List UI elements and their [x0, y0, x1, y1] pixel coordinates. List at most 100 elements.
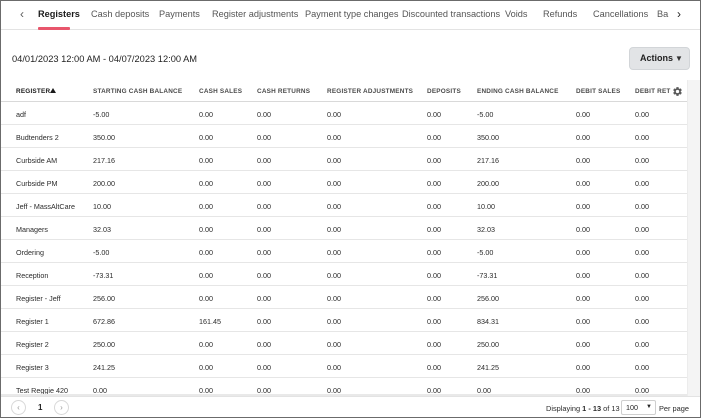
column-header-register-adjustments[interactable]: REGISTER ADJUSTMENTS	[327, 88, 413, 95]
cell-register: Budtenders 2	[16, 133, 59, 142]
table-row[interactable]: Managers 32.03 0.00 0.00 0.00 0.00 32.03 0.00 0.…	[1, 217, 687, 240]
cell-deposits: 0.00	[427, 225, 441, 234]
cell-debit-returns: 0.00	[635, 156, 649, 165]
cell-ending-cash-balance: -5.00	[477, 248, 494, 257]
per-page-select[interactable]: 100 ▼	[621, 400, 656, 415]
cell-ending-cash-balance: 256.00	[477, 294, 499, 303]
cell-ending-cash-balance: 250.00	[477, 340, 499, 349]
cell-register: Curbside AM	[16, 156, 58, 165]
cell-starting-cash-balance: 672.86	[93, 317, 115, 326]
chevron-left-icon[interactable]: ‹	[14, 7, 30, 23]
column-header-cash-returns[interactable]: CASH RETURNS	[257, 88, 310, 95]
tab-cancellations[interactable]: Cancellations	[593, 9, 648, 19]
cell-cash-returns: 0.00	[257, 317, 271, 326]
cell-debit-returns: 0.00	[635, 294, 649, 303]
cell-register: Register 3	[16, 363, 49, 372]
tab-register-adjustments[interactable]: Register adjustments	[212, 9, 298, 19]
cell-starting-cash-balance: 241.25	[93, 363, 115, 372]
cell-cash-sales: 0.00	[199, 271, 213, 280]
tab-refunds[interactable]: Refunds	[543, 9, 577, 19]
column-header-starting-cash-balance[interactable]: STARTING CASH BALANCE	[93, 88, 182, 95]
table-row[interactable]: Register 3 241.25 0.00 0.00 0.00 0.00 241.25 0.…	[1, 355, 687, 378]
tab-registers[interactable]: Registers	[38, 9, 80, 19]
table-row[interactable]: Ordering -5.00 0.00 0.00 0.00 0.00 -5.00 0.00 0.…	[1, 240, 687, 263]
column-header-register[interactable]: REGISTER	[16, 88, 50, 95]
cell-cash-sales: 0.00	[199, 294, 213, 303]
gear-icon[interactable]	[672, 86, 683, 97]
previous-page-button[interactable]: ‹	[11, 400, 26, 415]
next-page-button[interactable]: ›	[54, 400, 69, 415]
cell-cash-returns: 0.00	[257, 248, 271, 257]
current-page[interactable]: 1	[38, 403, 42, 412]
cell-register-adjustments: 0.00	[327, 110, 341, 119]
cell-debit-sales: 0.00	[576, 110, 590, 119]
cell-starting-cash-balance: 32.03	[93, 225, 111, 234]
cell-ending-cash-balance: 350.00	[477, 133, 499, 142]
table-row[interactable]: adf -5.00 0.00 0.00 0.00 0.00 -5.00 0.00 0.00	[1, 102, 687, 125]
table-row[interactable]: Reception -73.31 0.00 0.00 0.00 0.00 -73.31 0.0…	[1, 263, 687, 286]
cell-deposits: 0.00	[427, 248, 441, 257]
cell-cash-sales: 0.00	[199, 386, 213, 394]
cell-cash-sales: 0.00	[199, 156, 213, 165]
cell-starting-cash-balance: 200.00	[93, 179, 115, 188]
cell-debit-returns: 0.00	[635, 110, 649, 119]
tab-bar: ‹ Registers Cash deposits Payments Regis…	[1, 1, 700, 30]
chevron-right-icon[interactable]: ›	[671, 7, 687, 23]
cell-debit-returns: 0.00	[635, 363, 649, 372]
cell-register-adjustments: 0.00	[327, 156, 341, 165]
vertical-scrollbar[interactable]	[687, 80, 700, 396]
column-header-cash-sales[interactable]: CASH SALES	[199, 88, 242, 95]
table-row[interactable]: Budtenders 2 350.00 0.00 0.00 0.00 0.00 350.00…	[1, 125, 687, 148]
cell-cash-returns: 0.00	[257, 225, 271, 234]
tab-payment-type-changes[interactable]: Payment type changes	[305, 9, 398, 19]
table-row[interactable]: Register - Jeff 256.00 0.00 0.00 0.00 0.00 256…	[1, 286, 687, 309]
cell-debit-sales: 0.00	[576, 340, 590, 349]
cell-debit-sales: 0.00	[576, 317, 590, 326]
tab-ba[interactable]: Ba	[657, 9, 668, 19]
table-row[interactable]: Jeff - MassAltCare 10.00 0.00 0.00 0.00 0.00 1…	[1, 194, 687, 217]
cell-cash-returns: 0.00	[257, 156, 271, 165]
cell-cash-returns: 0.00	[257, 110, 271, 119]
cell-register: Managers	[16, 225, 48, 234]
cell-cash-sales: 161.45	[199, 317, 221, 326]
cell-cash-returns: 0.00	[257, 271, 271, 280]
cell-deposits: 0.00	[427, 386, 441, 394]
column-header-debit-sales[interactable]: DEBIT SALES	[576, 88, 620, 95]
cell-deposits: 0.00	[427, 179, 441, 188]
column-header-debit-returns[interactable]: DEBIT RET	[635, 88, 671, 95]
tab-cash-deposits[interactable]: Cash deposits	[91, 9, 149, 19]
table-row[interactable]: Curbside PM 200.00 0.00 0.00 0.00 0.00 200.00 0…	[1, 171, 687, 194]
per-page-label: Per page	[659, 404, 689, 413]
sort-ascending-icon[interactable]	[50, 88, 56, 93]
tab-voids[interactable]: Voids	[505, 9, 527, 19]
chevron-right-icon: ›	[60, 403, 63, 412]
table-row[interactable]: Curbside AM 217.16 0.00 0.00 0.00 0.00 217.16 0…	[1, 148, 687, 171]
cell-debit-returns: 0.00	[635, 248, 649, 257]
cell-debit-sales: 0.00	[576, 294, 590, 303]
cell-register-adjustments: 0.00	[327, 202, 341, 211]
table-row[interactable]: Register 2 250.00 0.00 0.00 0.00 0.00 250.00 0.…	[1, 332, 687, 355]
cell-deposits: 0.00	[427, 110, 441, 119]
tab-discounted-transactions[interactable]: Discounted transactions	[402, 9, 500, 19]
cell-cash-sales: 0.00	[199, 248, 213, 257]
tab-payments[interactable]: Payments	[159, 9, 200, 19]
cell-ending-cash-balance: 200.00	[477, 179, 499, 188]
cell-cash-sales: 0.00	[199, 202, 213, 211]
cell-debit-sales: 0.00	[576, 248, 590, 257]
actions-button[interactable]: Actions ▼	[629, 47, 690, 70]
cell-debit-sales: 0.00	[576, 363, 590, 372]
table-header: REGISTER STARTING CASH BALANCE CASH SALE…	[1, 80, 687, 102]
table-row[interactable]: Register 1 672.86 161.45 0.00 0.00 0.00 834.31…	[1, 309, 687, 332]
chevron-left-icon: ‹	[17, 403, 20, 412]
displaying-prefix: Displaying	[546, 404, 583, 413]
cell-register-adjustments: 0.00	[327, 317, 341, 326]
column-header-deposits[interactable]: DEPOSITS	[427, 88, 461, 95]
cell-register-adjustments: 0.00	[327, 271, 341, 280]
cell-debit-returns: 0.00	[635, 179, 649, 188]
column-header-ending-cash-balance[interactable]: ENDING CASH BALANCE	[477, 88, 559, 95]
cell-ending-cash-balance: 217.16	[477, 156, 499, 165]
cell-debit-returns: 0.00	[635, 202, 649, 211]
table-row[interactable]: Test Reggie 420 0.00 0.00 0.00 0.00 0.00 0.00 0…	[1, 378, 687, 394]
cell-cash-returns: 0.00	[257, 202, 271, 211]
per-page-value: 100	[626, 403, 638, 412]
